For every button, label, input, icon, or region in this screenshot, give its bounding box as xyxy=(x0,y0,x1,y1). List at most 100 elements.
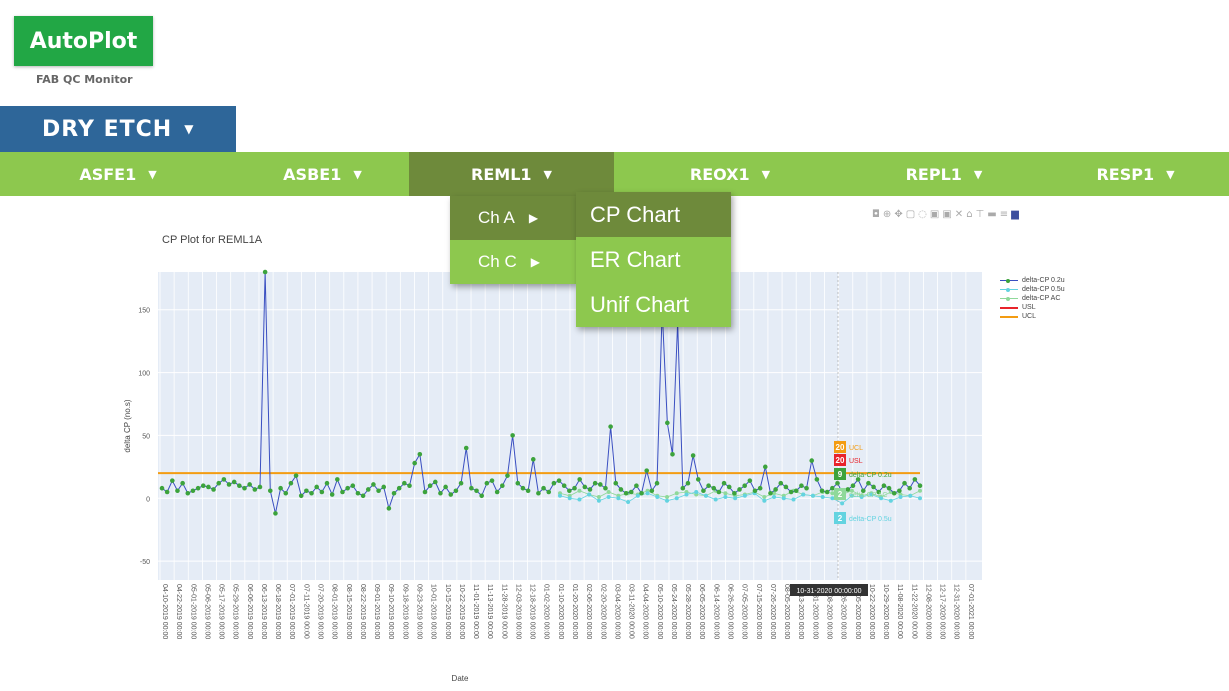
x-tick-label: 11-01-2019 00:00 xyxy=(472,584,479,639)
series-02u-marker xyxy=(716,489,722,495)
series-02u-marker xyxy=(175,488,180,494)
series-02u-marker xyxy=(747,478,753,483)
x-tick-label: 11-22-2020 00:00 xyxy=(910,584,917,639)
series-ac-marker xyxy=(762,495,767,500)
x-tick-label: 09-10-2019 00:00 xyxy=(387,584,394,639)
legend-swatch xyxy=(1000,315,1018,318)
series-05u-marker xyxy=(733,496,738,501)
legend-label: UCL xyxy=(1022,313,1037,320)
series-02u-marker xyxy=(324,480,330,486)
series-02u-marker xyxy=(644,468,650,473)
x-tick-label: 06-05-2020 00:00 xyxy=(698,584,705,639)
menu-item-er-chart[interactable]: ER Chart xyxy=(576,237,731,282)
y-tick-label: 100 xyxy=(138,371,150,378)
x-tick-label: 05-29-2019 00:00 xyxy=(232,584,239,639)
x-tick-label: 11-08-2020 00:00 xyxy=(896,584,903,639)
series-ac-marker xyxy=(596,495,601,500)
series-02u-marker xyxy=(597,482,603,487)
series-02u-marker xyxy=(438,490,443,496)
menu-item-cp-chart[interactable]: CP Chart xyxy=(576,192,731,237)
x-tick-label: 04-22-2019 00:00 xyxy=(175,584,182,639)
legend-item[interactable]: delta-CP 0.2u xyxy=(1000,276,1065,285)
series-02u-marker xyxy=(706,483,711,489)
series-02u-marker xyxy=(917,483,923,489)
series-02u-marker xyxy=(298,493,304,499)
series-02u-marker xyxy=(463,445,469,451)
series-02u-marker xyxy=(412,460,417,466)
series-02u-marker xyxy=(608,424,613,429)
x-tick-label: 12-03-2019 00:00 xyxy=(514,584,521,639)
series-02u-marker xyxy=(474,488,479,494)
series-02u-marker xyxy=(649,488,655,494)
series-02u-marker xyxy=(288,480,294,486)
x-tick-label: 11-13-2019 00:00 xyxy=(486,584,493,639)
series-02u-marker xyxy=(561,483,567,489)
x-tick-label: 06-13-2019 00:00 xyxy=(260,584,267,639)
series-02u-marker xyxy=(371,482,376,487)
x-tick-label: 08-01-2019 00:00 xyxy=(331,584,338,639)
legend-label: delta-CP 0.2u xyxy=(1022,277,1065,284)
series-02u-marker xyxy=(427,483,433,489)
x-tick-label: 06-26-2020 00:00 xyxy=(727,584,734,639)
x-tick-label: 03-04-2020 00:00 xyxy=(613,584,620,639)
menu-item-unif-chart[interactable]: Unif Chart xyxy=(576,282,731,327)
legend-swatch xyxy=(1000,288,1018,292)
series-02u-marker xyxy=(819,488,825,494)
hover-value: 20 xyxy=(836,443,845,452)
x-tick-label: 06-18-2019 00:00 xyxy=(274,584,281,639)
series-02u-marker xyxy=(530,457,536,462)
x-tick-label: 10-22-2019 00:00 xyxy=(458,584,465,639)
menu-item-label: Ch C xyxy=(478,252,517,271)
legend-item[interactable]: USL xyxy=(1000,303,1065,312)
legend-item[interactable]: delta-CP AC xyxy=(1000,294,1065,303)
legend-label: USL xyxy=(1022,304,1036,311)
menu-item-ch-a[interactable]: Ch A ▶ xyxy=(450,196,576,240)
series-02u-marker xyxy=(247,482,252,487)
legend-item[interactable]: delta-CP 0.5u xyxy=(1000,285,1065,294)
series-02u-marker xyxy=(670,451,675,457)
series-05u-marker xyxy=(742,493,747,498)
series-02u-marker xyxy=(793,488,799,494)
series-02u-marker xyxy=(685,480,691,486)
x-tick-label: 02-20-2020 00:00 xyxy=(599,584,606,639)
series-02u-marker xyxy=(773,487,778,492)
x-tick-label: 12-18-2019 00:00 xyxy=(529,584,536,639)
x-tick-label: 05-28-2020 00:00 xyxy=(684,584,691,639)
series-02u-marker xyxy=(768,490,773,496)
series-02u-marker xyxy=(866,480,871,486)
x-tick-label: 12-08-2020 00:00 xyxy=(924,584,931,639)
series-05u-marker xyxy=(820,495,825,500)
series-02u-marker xyxy=(206,484,211,490)
cp-chart[interactable]: -50 0 50 100 150 04-10-2019 00:00 04-22-2019 0… xyxy=(0,0,1229,691)
menu-item-label: Ch A xyxy=(478,208,515,227)
series-02u-marker xyxy=(695,477,701,482)
series-02u-marker xyxy=(763,464,768,470)
series-02u-marker xyxy=(546,489,552,495)
legend-item[interactable]: UCL xyxy=(1000,312,1065,321)
series-05u-marker xyxy=(703,493,708,498)
hover-label: delta-CP 0.2u xyxy=(849,472,892,479)
hover-value: 2 xyxy=(838,514,843,523)
x-tick-label: 07-15-2020 00:00 xyxy=(755,584,762,639)
series-ac-marker xyxy=(665,495,670,500)
series-02u-marker xyxy=(721,480,727,486)
x-tick-label: 08-05-2020 00:00 xyxy=(783,584,790,639)
series-05u-marker xyxy=(635,493,640,498)
series-02u-marker xyxy=(381,484,387,490)
series-02u-marker xyxy=(448,492,454,497)
x-axis-label: Date xyxy=(452,674,469,683)
series-02u-marker xyxy=(443,484,448,490)
menu-item-ch-c[interactable]: Ch C ▶ xyxy=(450,240,576,284)
series-02u-marker xyxy=(335,477,340,482)
series-02u-marker xyxy=(742,483,747,489)
hover-x-label: 10-31-2020 00:00:00 xyxy=(797,588,862,595)
series-02u-marker xyxy=(489,478,495,483)
x-tick-label: 10-22-2020 00:00 xyxy=(868,584,875,639)
x-tick-label: 01-10-2020 00:00 xyxy=(557,584,564,639)
series-05u-marker xyxy=(606,495,611,500)
series-02u-marker xyxy=(592,480,598,486)
hover-label: USL xyxy=(849,458,863,465)
series-05u-marker xyxy=(694,490,699,494)
x-tick-label: 12-31-2020 00:00 xyxy=(953,584,960,639)
series-02u-marker xyxy=(788,489,794,495)
